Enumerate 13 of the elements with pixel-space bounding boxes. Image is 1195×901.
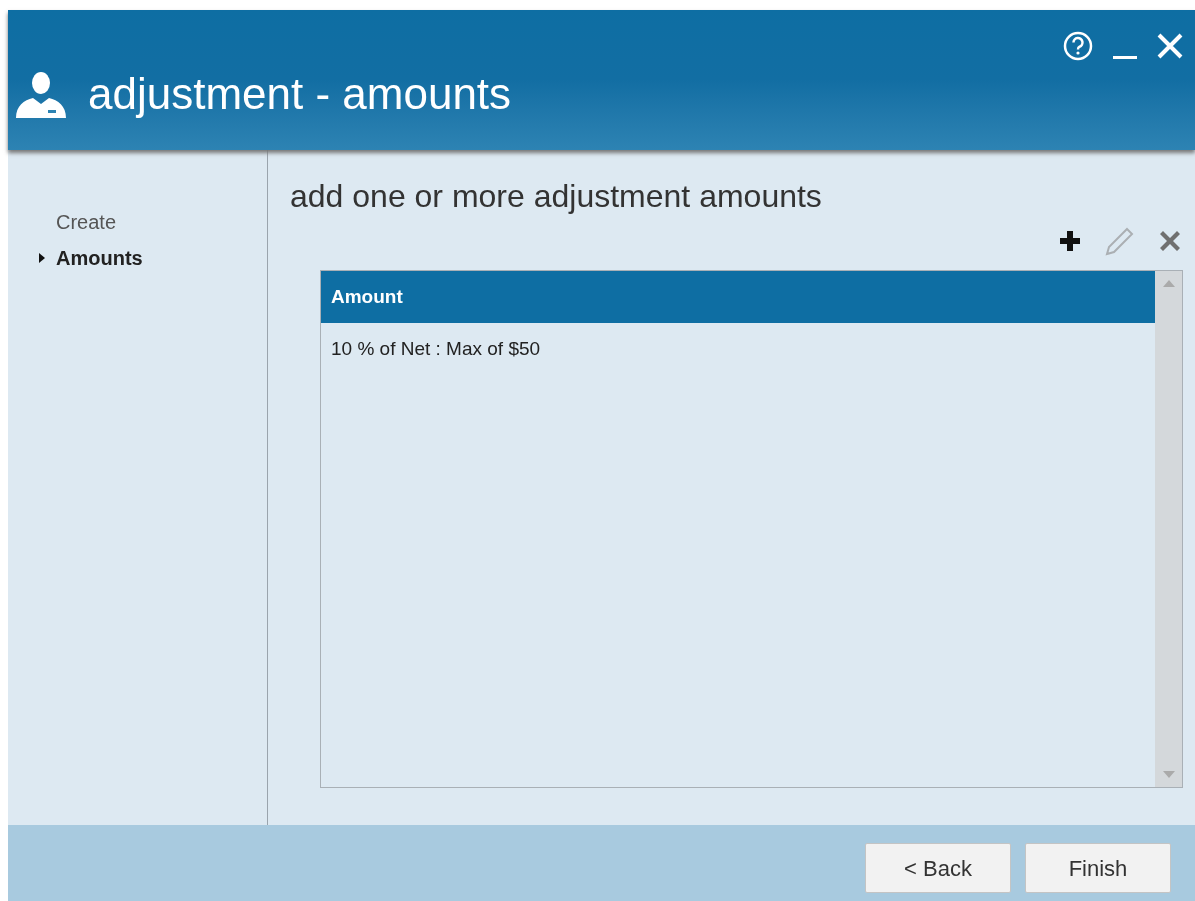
footer-button[interactable]: < Back [865,843,1011,893]
add-icon[interactable] [1059,230,1081,252]
footer-button[interactable]: Finish [1025,843,1171,893]
caret-icon [38,253,46,263]
help-icon[interactable] [1063,31,1093,61]
page-heading: add one or more adjustment amounts [290,180,822,212]
column-header[interactable]: Amount [321,282,403,312]
sidebar-item[interactable]: Amounts [38,243,267,273]
window-title: adjustment - amounts [88,72,512,116]
sidebar-item[interactable]: Create [38,207,267,237]
user-icon [14,70,68,118]
table-cell-text: 10 % of Net : Max of $50 [330,336,541,361]
close-icon[interactable] [1157,33,1183,59]
